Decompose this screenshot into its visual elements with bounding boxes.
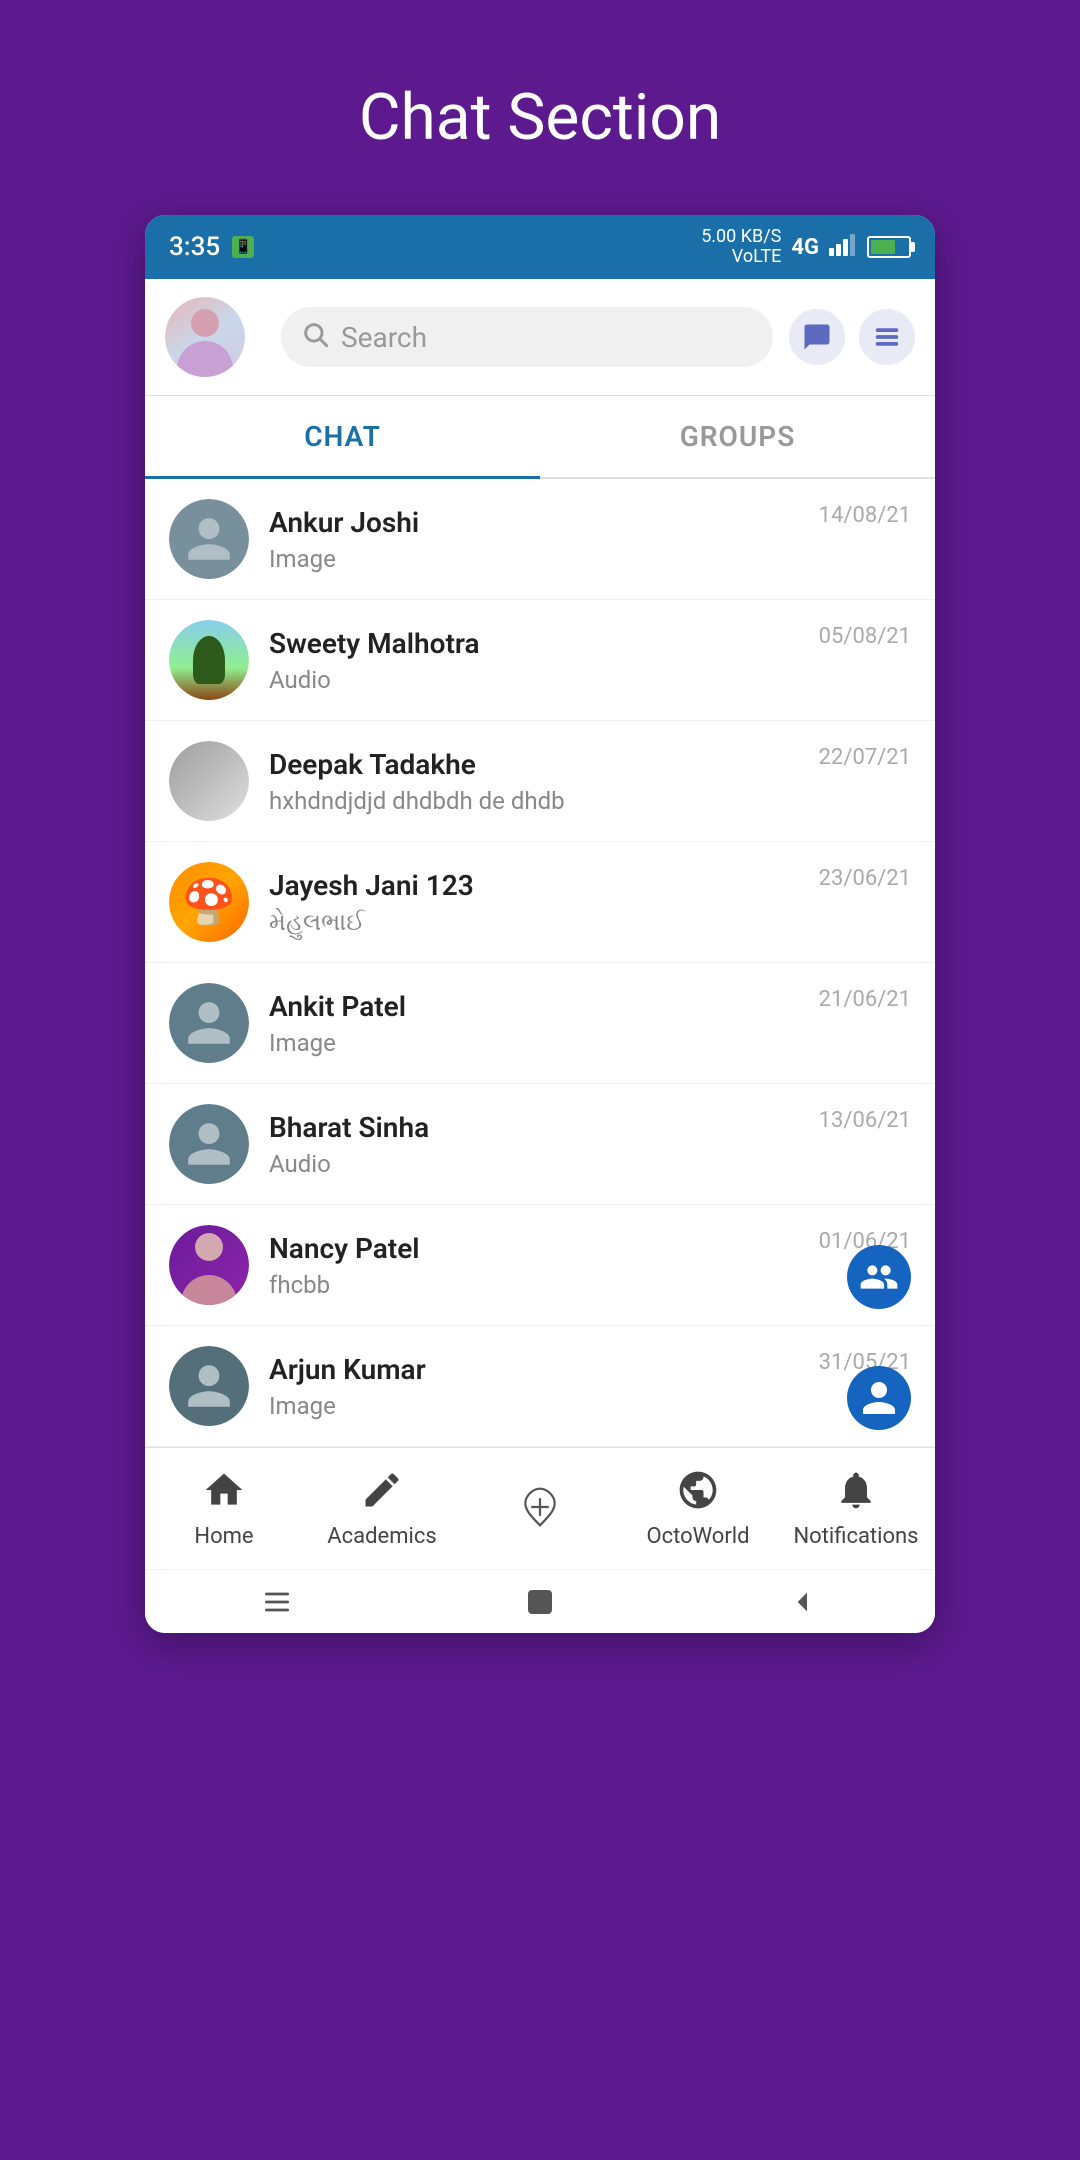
chat-date: 22/07/21 bbox=[819, 745, 911, 770]
chat-name: Ankit Patel bbox=[269, 990, 911, 1023]
add-badge-icon bbox=[514, 1481, 566, 1533]
system-menu-button[interactable] bbox=[252, 1577, 302, 1627]
search-bar[interactable]: Search bbox=[281, 307, 773, 367]
status-bar: 3:35 📱 5.00 KB/S VoLTE 4G bbox=[145, 215, 935, 279]
avatar-bharat bbox=[169, 1104, 249, 1184]
chat-date: 05/08/21 bbox=[819, 624, 911, 649]
menu-button[interactable] bbox=[859, 309, 915, 365]
nav-academics[interactable]: Academics bbox=[303, 1464, 461, 1549]
chat-item-ankur[interactable]: Ankur Joshi Image 14/08/21 bbox=[145, 479, 935, 600]
chat-preview: મેહુલભાઈ bbox=[269, 908, 911, 936]
chat-date: 23/06/21 bbox=[819, 866, 911, 891]
chat-item-deepak[interactable]: Deepak Tadakhe hxhdndjdjd dhdbdh de dhdb… bbox=[145, 721, 935, 842]
chat-item-arjun[interactable]: Arjun Kumar Image 31/05/21 bbox=[145, 1326, 935, 1447]
chat-list: Ankur Joshi Image 14/08/21 Sweety Malhot… bbox=[145, 479, 935, 1447]
tabs: CHAT GROUPS bbox=[145, 396, 935, 479]
chat-name: Arjun Kumar bbox=[269, 1353, 911, 1386]
chat-item-bharat[interactable]: Bharat Sinha Audio 13/06/21 bbox=[145, 1084, 935, 1205]
chat-preview: Audio bbox=[269, 666, 911, 694]
chat-name: Sweety Malhotra bbox=[269, 627, 911, 660]
chat-preview: fhcbb bbox=[269, 1271, 911, 1299]
nav-add[interactable] bbox=[461, 1481, 619, 1533]
chat-item-nancy[interactable]: Nancy Patel fhcbb 01/06/21 bbox=[145, 1205, 935, 1326]
group-badge bbox=[847, 1245, 911, 1309]
chat-item-jayesh[interactable]: Jayesh Jani 123 મેહુલભાઈ 23/06/21 bbox=[145, 842, 935, 963]
status-time: 3:35 bbox=[169, 232, 220, 262]
chat-preview: Image bbox=[269, 1029, 911, 1057]
avatar-ankit bbox=[169, 983, 249, 1063]
system-back-button[interactable] bbox=[778, 1577, 828, 1627]
home-icon bbox=[198, 1464, 250, 1516]
nav-home[interactable]: Home bbox=[145, 1464, 303, 1549]
chat-preview: Audio bbox=[269, 1150, 911, 1178]
page-title: Chat Section bbox=[359, 80, 721, 155]
search-icon bbox=[301, 320, 329, 355]
bottom-nav: Home Academics bbox=[145, 1447, 935, 1569]
tab-chat[interactable]: CHAT bbox=[145, 396, 540, 477]
chat-date: 13/06/21 bbox=[819, 1108, 911, 1133]
avatar-arjun bbox=[169, 1346, 249, 1426]
phone-frame: 3:35 📱 5.00 KB/S VoLTE 4G bbox=[145, 215, 935, 1633]
avatar-jayesh bbox=[169, 862, 249, 942]
academics-icon bbox=[356, 1464, 408, 1516]
user-badge bbox=[847, 1366, 911, 1430]
chat-name: Jayesh Jani 123 bbox=[269, 869, 911, 902]
chat-name: Nancy Patel bbox=[269, 1232, 911, 1265]
chat-name: Bharat Sinha bbox=[269, 1111, 911, 1144]
avatar[interactable] bbox=[165, 297, 245, 377]
nav-notifications-label: Notifications bbox=[793, 1524, 918, 1549]
system-nav-bar bbox=[145, 1569, 935, 1633]
network-speed: 5.00 KB/S VoLTE bbox=[701, 227, 781, 267]
chat-name: Deepak Tadakhe bbox=[269, 748, 911, 781]
avatar-nancy bbox=[169, 1225, 249, 1305]
chat-name: Ankur Joshi bbox=[269, 506, 911, 539]
header: Search bbox=[145, 279, 935, 396]
nav-home-label: Home bbox=[194, 1524, 253, 1549]
chat-preview: hxhdndjdjd dhdbdh de dhdb bbox=[269, 787, 911, 815]
bell-icon bbox=[830, 1464, 882, 1516]
chat-bubble-button[interactable] bbox=[789, 309, 845, 365]
chat-preview: Image bbox=[269, 545, 911, 573]
signal-bars-icon bbox=[829, 234, 857, 261]
avatar-sweety bbox=[169, 620, 249, 700]
system-home-button[interactable] bbox=[515, 1577, 565, 1627]
nav-academics-label: Academics bbox=[327, 1524, 436, 1549]
battery-icon bbox=[867, 236, 911, 258]
globe-icon bbox=[672, 1464, 724, 1516]
chat-date: 21/06/21 bbox=[819, 987, 911, 1012]
chat-date: 14/08/21 bbox=[819, 503, 911, 528]
chat-item-ankit[interactable]: Ankit Patel Image 21/06/21 bbox=[145, 963, 935, 1084]
tab-groups[interactable]: GROUPS bbox=[540, 396, 935, 477]
signal-4g: 4G bbox=[791, 235, 819, 260]
search-placeholder: Search bbox=[341, 321, 427, 354]
chat-item-sweety[interactable]: Sweety Malhotra Audio 05/08/21 bbox=[145, 600, 935, 721]
nav-octoworld[interactable]: OctoWorld bbox=[619, 1464, 777, 1549]
status-icon: 📱 bbox=[232, 236, 254, 258]
avatar-deepak bbox=[169, 741, 249, 821]
chat-preview: Image bbox=[269, 1392, 911, 1420]
nav-octoworld-label: OctoWorld bbox=[646, 1524, 749, 1549]
nav-notifications[interactable]: Notifications bbox=[777, 1464, 935, 1549]
avatar-ankur bbox=[169, 499, 249, 579]
